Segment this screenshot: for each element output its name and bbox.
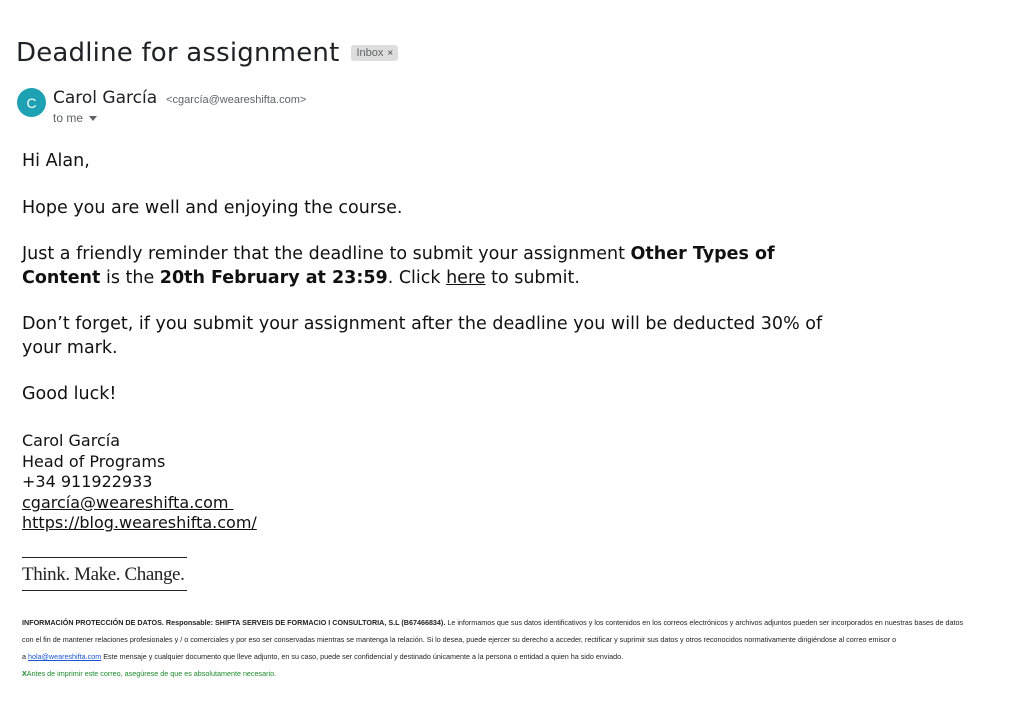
recipient-label: to me [53,111,84,125]
logo-bottom-rule [22,590,187,591]
inbox-label-chip[interactable]: Inbox × [351,45,399,61]
sender-block: C Carol García <cgarcía@weareshifta.com>… [17,88,306,125]
greeting: Hi Alan, [22,151,90,171]
signature-phone: +34 911922933 [22,472,153,492]
contact-email-link[interactable]: hola@weareshifta.com [28,652,101,661]
paragraph-3: Don’t forget, if you submit your assignm… [22,314,823,358]
brand-tagline: Think. Make. Change. [22,564,185,585]
email-header: Deadline for assignment Inbox × [16,38,399,68]
inbox-label-text: Inbox [356,47,384,59]
paragraph-2-text-c: is the [100,267,160,288]
recipient-details-toggle[interactable]: to me [53,111,306,125]
signature-email-link[interactable]: cgarcía@weareshifta.com [22,493,234,514]
legal-heading: INFORMACIÓN PROTECCIÓN DE DATOS. Respons… [22,618,446,627]
deadline-date: 20th February at 23:59 [159,267,388,288]
email-body: Hi Alan, Hope you are well and enjoying … [22,150,842,430]
sender-name[interactable]: Carol García [53,88,157,108]
paragraph-2-text-a: Just a friendly reminder that the deadli… [22,244,631,264]
legal-line-1: INFORMACIÓN PROTECCIÓN DE DATOS. Respons… [22,614,1012,631]
paragraph-2-text-e: . Click [387,267,447,288]
chevron-down-icon[interactable] [89,115,98,121]
sender-info: Carol García <cgarcía@weareshifta.com> t… [53,88,306,125]
remove-label-icon[interactable]: × [387,48,393,59]
paragraph-1: Hope you are well and enjoying the cours… [22,197,403,218]
print-notice-text: Antes de imprimir este correo, asegúrese… [26,669,277,678]
email-subject: Deadline for assignment [16,38,340,68]
closing: Good luck! [22,384,117,404]
paragraph-2-text-f: to submit. [485,267,580,288]
signature-name: Carol García [22,431,120,450]
sender-email: <cgarcía@weareshifta.com> [166,94,307,106]
avatar[interactable]: C [17,88,46,117]
submit-link[interactable]: here [446,268,485,288]
sender-line: Carol García <cgarcía@weareshifta.com> [53,88,306,108]
signature-role: Head of Programs [22,451,166,471]
print-notice: XAntes de imprimir este correo, asegúres… [22,665,1012,682]
signature: Carol García Head of Programs +34 911922… [22,431,257,534]
paragraph-2: Just a friendly reminder that the deadli… [22,243,842,290]
legal-line-3: a hola@weareshifta.com Este mensaje y cu… [22,648,1012,665]
brand-logo: Think. Make. Change. [22,557,187,591]
legal-disclaimer: INFORMACIÓN PROTECCIÓN DE DATOS. Respons… [22,614,1012,682]
legal-line-2: con el fin de mantener relaciones profes… [22,635,897,644]
legal-line-3-text: Este mensaje y cualquier documento que l… [101,652,624,661]
legal-line-1-text: Le informamos que sus datos identificati… [445,618,964,627]
signature-blog-link[interactable]: https://blog.weareshifta.com/ [22,513,257,534]
